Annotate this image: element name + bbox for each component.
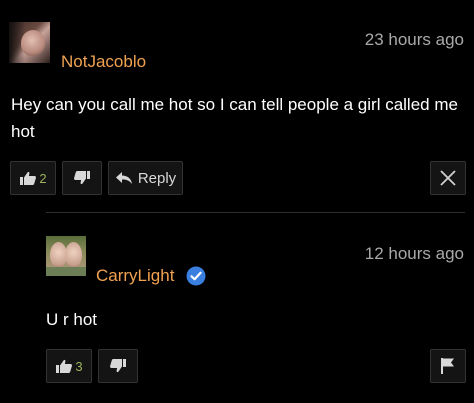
- avatar-shape-right: [65, 242, 82, 268]
- comment-text: Hey can you call me hot so I can tell pe…: [11, 95, 458, 141]
- close-button[interactable]: [430, 161, 466, 195]
- thumbs-down-icon: [74, 171, 90, 185]
- flag-icon: [441, 358, 454, 374]
- reply-arrow-icon: [115, 172, 132, 184]
- flag-button[interactable]: [430, 349, 466, 383]
- reply-dislike-button[interactable]: [98, 349, 138, 383]
- avatar-face: [21, 30, 45, 56]
- avatar-bottom: [46, 267, 86, 276]
- reply-text: U r hot: [46, 310, 98, 329]
- reply-like-button[interactable]: 3: [46, 349, 92, 383]
- like-count: 2: [39, 170, 47, 186]
- avatar[interactable]: [9, 22, 50, 63]
- reply-label: Reply: [137, 169, 177, 187]
- thumbs-down-icon: [110, 359, 126, 373]
- divider: [46, 212, 465, 213]
- dislike-button[interactable]: [62, 161, 102, 195]
- comment-thread: NotJacoblo 23 hours ago Hey can you call…: [0, 0, 474, 403]
- reply-like-count: 3: [75, 358, 83, 374]
- reply-button[interactable]: Reply: [108, 161, 183, 195]
- reply-username[interactable]: CarryLight: [96, 266, 174, 286]
- reply-avatar[interactable]: [46, 236, 86, 276]
- comment-timestamp: 23 hours ago: [364, 30, 464, 49]
- thumbs-up-icon: [20, 171, 37, 185]
- verified-badge-icon: [186, 266, 206, 286]
- reply-timestamp: 12 hours ago: [364, 244, 464, 263]
- comment-username[interactable]: NotJacoblo: [61, 52, 146, 72]
- like-button[interactable]: 2: [10, 161, 56, 195]
- thumbs-up-icon: [56, 359, 73, 373]
- close-icon: [440, 170, 456, 186]
